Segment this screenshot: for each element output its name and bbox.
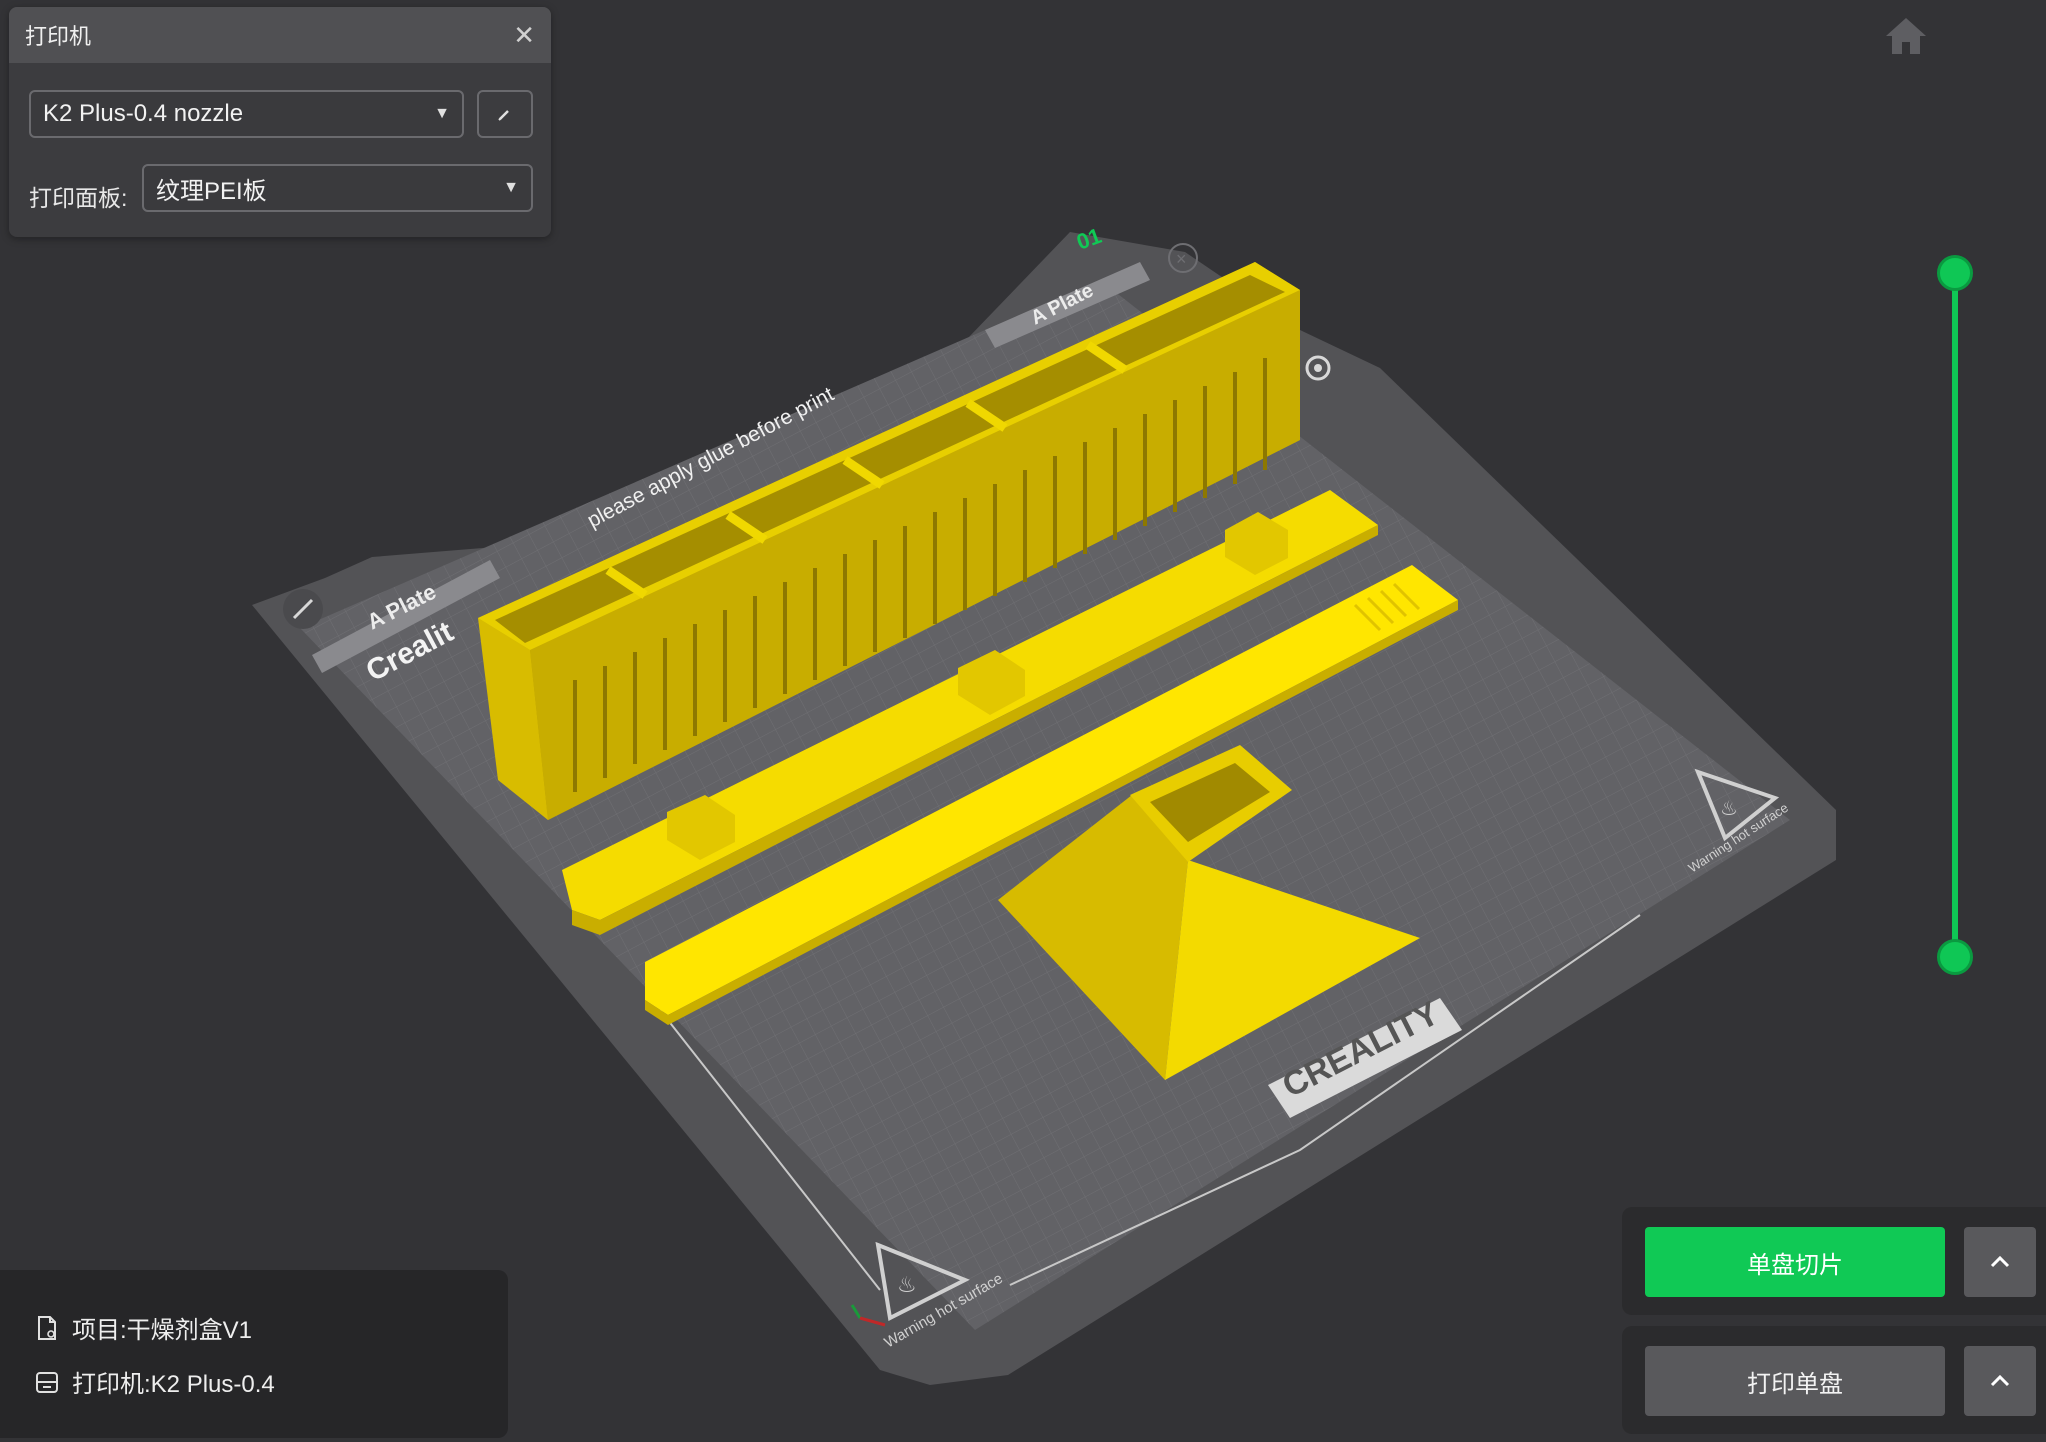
- print-options-button[interactable]: [1964, 1346, 2036, 1416]
- slice-plate-button[interactable]: 单盘切片: [1645, 1227, 1945, 1297]
- home-button[interactable]: [1882, 14, 1930, 58]
- layer-slider-bottom-handle[interactable]: [1937, 939, 1973, 975]
- bed-type-select[interactable]: 纹理PEI板 ▼: [142, 164, 533, 212]
- caret-down-icon: ▼: [434, 105, 450, 122]
- slice-options-button[interactable]: [1964, 1227, 2036, 1297]
- pencil-icon: [498, 110, 509, 121]
- edit-printer-button[interactable]: [477, 90, 533, 138]
- plate-edit-icon[interactable]: [283, 589, 323, 629]
- layer-slider[interactable]: [1935, 255, 1975, 985]
- caret-down-icon: ▼: [503, 179, 519, 196]
- project-info-panel: 项目:干燥剂盒V1 打印机:K2 Plus-0.4: [0, 1270, 508, 1438]
- chevron-up-icon: [1990, 1255, 2010, 1268]
- svg-text:×: ×: [1176, 249, 1187, 269]
- project-name: 项目:干燥剂盒V1: [72, 1317, 253, 1344]
- project-row: 项目:干燥剂盒V1: [34, 1310, 252, 1345]
- svg-text:♨: ♨: [1720, 798, 1738, 820]
- layer-slider-track[interactable]: [1952, 273, 1958, 957]
- svg-text:♨: ♨: [897, 1272, 917, 1297]
- bed-type-value: 纹理PEI板: [156, 177, 267, 205]
- home-icon: [1886, 18, 1926, 54]
- printer-panel-header: 打印机 ✕: [9, 7, 551, 63]
- chevron-up-icon: [1990, 1374, 2010, 1387]
- bed-type-label: 打印面板:: [29, 185, 128, 211]
- close-icon[interactable]: ✕: [513, 22, 535, 48]
- printer-select[interactable]: K2 Plus-0.4 nozzle ▼: [29, 90, 464, 138]
- printer-panel: 打印机 ✕ K2 Plus-0.4 nozzle ▼ 打印面板: 纹理PEI板 …: [9, 7, 551, 237]
- layer-slider-top-handle[interactable]: [1937, 255, 1973, 291]
- printer-select-value: K2 Plus-0.4 nozzle: [43, 100, 244, 127]
- printer-icon: [36, 1371, 58, 1393]
- print-plate-button[interactable]: 打印单盘: [1645, 1346, 1945, 1416]
- printer-row: 打印机:K2 Plus-0.4: [34, 1364, 275, 1399]
- panel-title: 打印机: [25, 24, 92, 49]
- printer-name: 打印机:K2 Plus-0.4: [72, 1371, 275, 1398]
- file-icon: [38, 1315, 56, 1340]
